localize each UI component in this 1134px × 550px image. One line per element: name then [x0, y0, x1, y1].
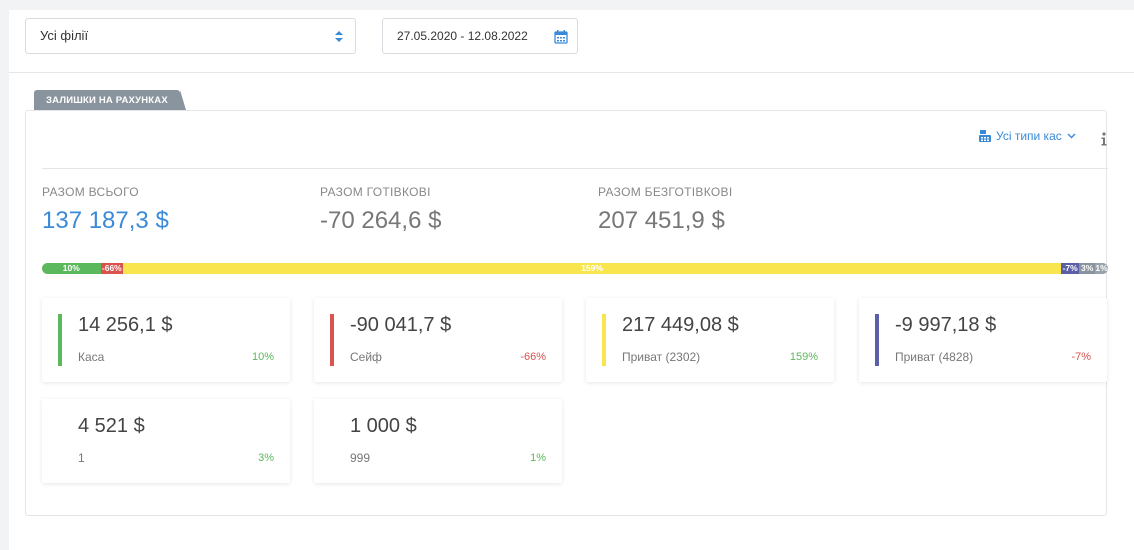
share-progress-bar: 10% -66% 159% -7% 3% 1% — [42, 263, 1108, 274]
account-name: 1 — [78, 451, 85, 465]
progress-segment: 3% — [1079, 263, 1096, 274]
progress-segment: 159% — [123, 263, 1062, 274]
total-all: РАЗОМ ВСЬОГО 137 187,3 $ — [42, 185, 169, 235]
account-color-stripe — [330, 314, 334, 366]
total-cash: РАЗОМ ГОТІВКОВІ -70 264,6 $ — [320, 185, 441, 235]
account-name: Приват (4828) — [895, 350, 974, 364]
info-icon[interactable] — [1100, 132, 1108, 146]
progress-segment: -7% — [1061, 263, 1080, 274]
progress-segment: 10% — [42, 263, 101, 274]
total-all-value: 137 187,3 $ — [42, 207, 169, 234]
branch-select[interactable]: Усі філії — [25, 18, 356, 54]
kas-type-filter-label: Усі типи кас — [996, 129, 1062, 143]
account-amount: 14 256,1 $ — [78, 314, 173, 336]
account-percent: 159% — [789, 351, 818, 363]
account-percent: -66% — [520, 351, 546, 363]
total-noncash-value: 207 451,9 $ — [598, 207, 725, 234]
account-name: 999 — [350, 451, 371, 465]
date-range-picker[interactable]: 27.05.2020 - 12.08.2022 — [382, 18, 578, 54]
date-range-value: 27.05.2020 - 12.08.2022 — [397, 29, 528, 43]
account-card[interactable]: -9 997,18 $ Приват (4828) -7% — [859, 298, 1107, 382]
account-color-stripe — [875, 314, 879, 366]
account-color-stripe — [602, 314, 606, 366]
total-all-label: РАЗОМ ВСЬОГО — [42, 185, 139, 199]
account-card[interactable]: 217 449,08 $ Приват (2302) 159% — [586, 298, 834, 382]
balances-card: Усі типи кас РАЗОМ ВСЬОГО 137 187,3 $ РА… — [25, 110, 1108, 516]
account-card[interactable]: -90 041,7 $ Сейф -66% — [314, 298, 562, 382]
account-percent: -7% — [1071, 351, 1091, 363]
total-noncash: РАЗОМ БЕЗГОТІВКОВІ 207 451,9 $ — [598, 185, 732, 235]
account-name: Приват (2302) — [622, 350, 701, 364]
filter-bar: Усі філії 27.05.2020 - 12.08.2022 — [9, 10, 1134, 73]
calendar-icon — [554, 30, 568, 44]
chevron-down-icon — [1067, 133, 1076, 139]
account-amount: 1 000 $ — [350, 415, 417, 437]
cash-register-icon — [979, 130, 991, 142]
account-amount: -90 041,7 $ — [350, 314, 452, 336]
branch-select-value: Усі філії — [40, 28, 89, 43]
account-percent: 10% — [251, 351, 274, 363]
account-amount: 4 521 $ — [78, 415, 145, 437]
total-cash-label: РАЗОМ ГОТІВКОВІ — [320, 185, 431, 199]
account-percent: 3% — [258, 452, 274, 464]
kas-type-filter[interactable]: Усі типи кас — [979, 129, 1076, 143]
divider — [42, 168, 1108, 169]
total-noncash-label: РАЗОМ БЕЗГОТІВКОВІ — [598, 185, 733, 199]
sort-arrows-icon — [335, 31, 343, 42]
progress-segment: -66% — [100, 263, 123, 274]
account-color-stripe — [58, 314, 62, 366]
account-name: Сейф — [350, 350, 382, 364]
progress-segment: 1% — [1095, 263, 1108, 274]
main-panel: Усі філії 27.05.2020 - 12.08.2022 ЗАЛИШК… — [9, 10, 1134, 550]
account-name: Каса — [78, 350, 105, 364]
account-amount: -9 997,18 $ — [895, 314, 997, 336]
tab-account-balances[interactable]: ЗАЛИШКИ НА РАХУНКАХ — [34, 90, 186, 110]
account-amount: 217 449,08 $ — [622, 314, 739, 336]
account-card[interactable]: 14 256,1 $ Каса 10% — [42, 298, 290, 382]
account-percent: 1% — [530, 452, 546, 464]
total-cash-value: -70 264,6 $ — [320, 207, 442, 234]
account-card[interactable]: 1 000 $ 999 1% — [314, 399, 562, 483]
tab-label: ЗАЛИШКИ НА РАХУНКАХ — [46, 95, 168, 106]
account-card[interactable]: 4 521 $ 1 3% — [42, 399, 290, 483]
